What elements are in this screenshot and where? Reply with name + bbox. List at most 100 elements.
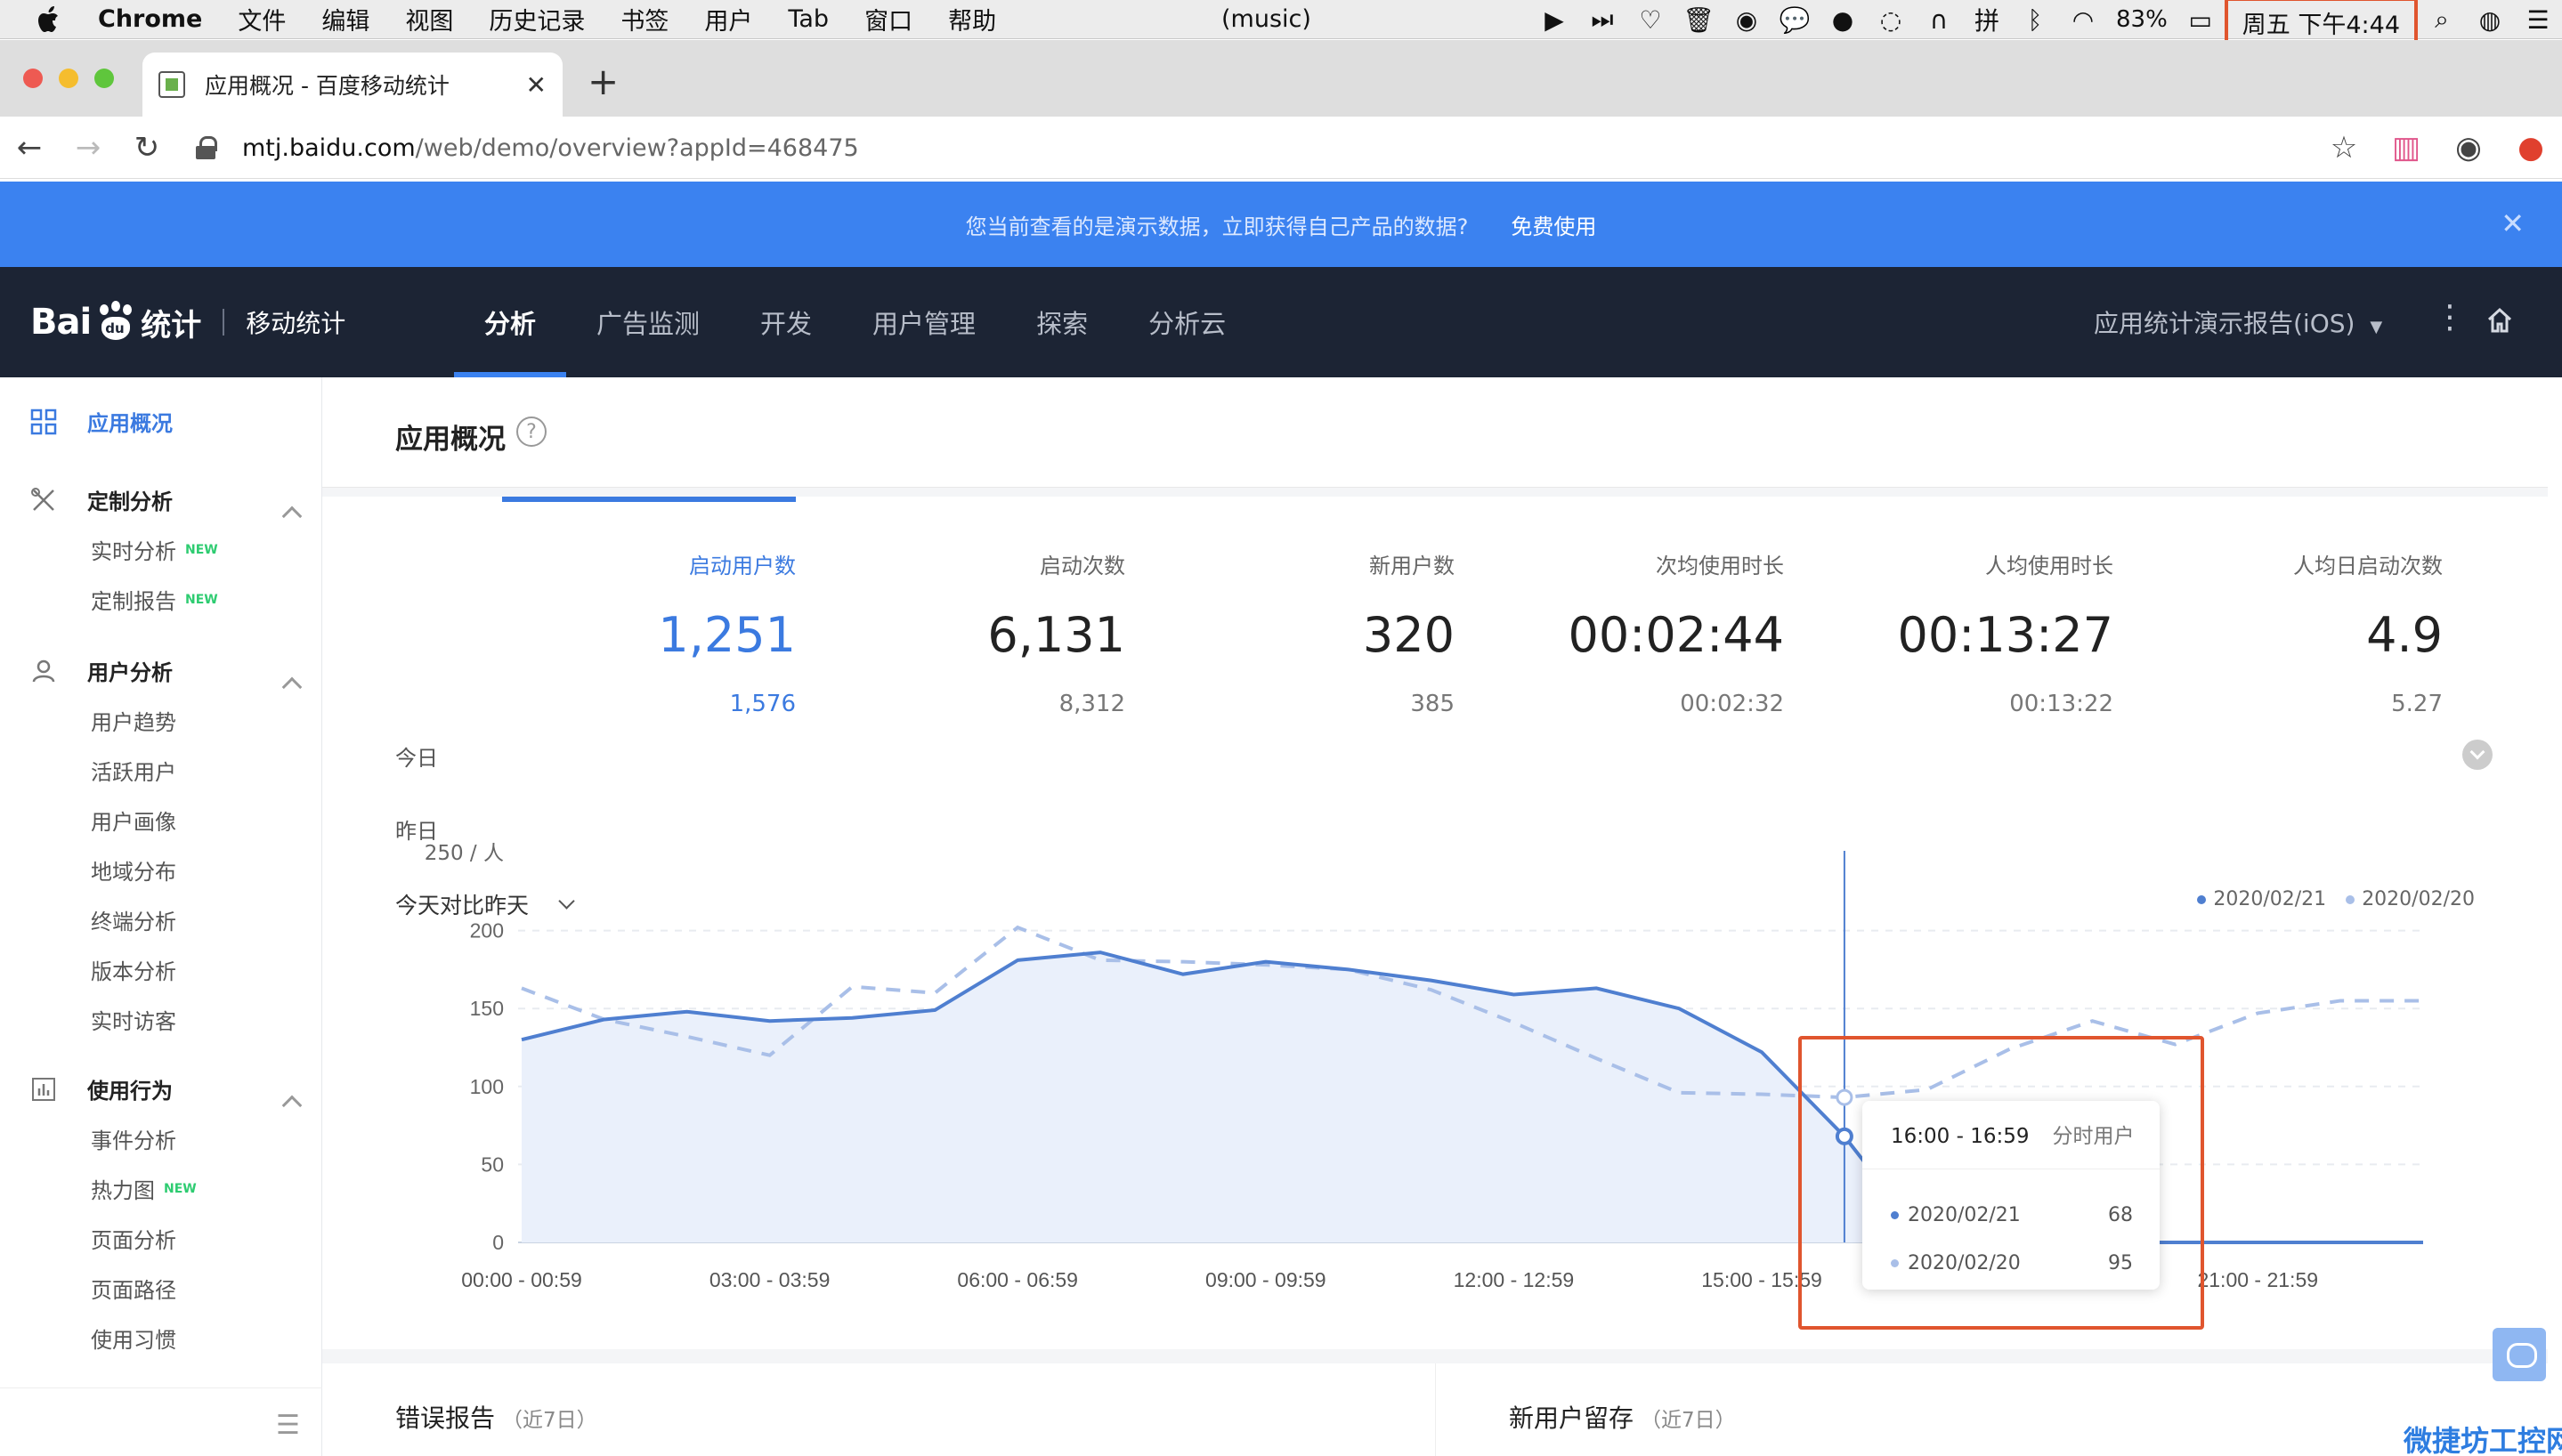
profile-icon[interactable]: ◉ bbox=[2437, 130, 2500, 166]
arch-icon[interactable]: ∩ bbox=[1915, 0, 1963, 39]
now-playing[interactable]: (music) bbox=[1221, 5, 1311, 33]
sidebar-item-user-profile[interactable]: 用户画像 bbox=[91, 805, 176, 836]
sidebar-item-active-users[interactable]: 活跃用户 bbox=[91, 755, 176, 786]
sidebar-item-realtime[interactable]: 实时分析 NEW bbox=[91, 534, 218, 565]
sidebar-group-custom[interactable]: 定制分析 bbox=[0, 484, 322, 527]
nav-analysis[interactable]: 分析 bbox=[454, 267, 567, 377]
notification-center-icon[interactable]: ☰ bbox=[2514, 0, 2562, 39]
sidebar-item-version[interactable]: 版本分析 bbox=[91, 954, 176, 985]
chat-bubble-icon[interactable]: ◌ bbox=[1867, 0, 1915, 39]
sidebar-item-page-path[interactable]: 页面路径 bbox=[91, 1273, 176, 1304]
menu-window[interactable]: 窗口 bbox=[847, 2, 930, 36]
metric-label[interactable]: 新用户数 bbox=[1369, 548, 1455, 579]
sidebar-item-heatmap[interactable]: 热力图 NEW bbox=[91, 1173, 197, 1204]
window-minimize-button[interactable] bbox=[59, 69, 78, 88]
metric-label[interactable]: 次均使用时长 bbox=[1656, 548, 1784, 579]
sidebar-item-label: 实时访客 bbox=[91, 1009, 176, 1034]
nav-analysis-cloud[interactable]: 分析云 bbox=[1118, 267, 1256, 377]
play-icon[interactable]: ▶ bbox=[1530, 0, 1578, 39]
extension-icon[interactable]: ▥ bbox=[2375, 130, 2437, 166]
forward-icon[interactable]: → bbox=[59, 130, 118, 166]
menu-tab[interactable]: Tab bbox=[770, 5, 847, 33]
report-selector[interactable]: 应用统计演示报告(iOS) ▼ bbox=[2094, 304, 2382, 340]
row-label-yesterday: 昨日 bbox=[395, 819, 438, 844]
input-method-icon[interactable]: 拼 bbox=[1963, 0, 2011, 39]
window-zoom-button[interactable] bbox=[94, 69, 114, 88]
sidebar-item-label: 页面分析 bbox=[91, 1228, 176, 1253]
url-field[interactable]: mtj.baidu.com/web/demo/overview?appId=46… bbox=[196, 117, 859, 179]
sidebar-item-realtime-visitors[interactable]: 实时访客 bbox=[91, 1004, 176, 1035]
feather-icon[interactable]: ● bbox=[1819, 0, 1867, 39]
free-use-link[interactable]: 免费使用 bbox=[1511, 209, 1596, 240]
section-divider bbox=[322, 1349, 2548, 1363]
wechat-icon[interactable]: 💬 bbox=[1771, 0, 1819, 39]
baidu-tongji-logo[interactable]: Bai du 统计 移动统计 bbox=[30, 294, 345, 351]
tab-close-icon[interactable]: ✕ bbox=[526, 70, 547, 100]
circle-app-icon[interactable]: ◉ bbox=[1723, 0, 1771, 39]
clock[interactable]: 周五 下午4:44 bbox=[2242, 5, 2400, 40]
wifi-icon[interactable]: ◠ bbox=[2059, 0, 2107, 39]
nav-user-management[interactable]: 用户管理 bbox=[842, 267, 1006, 377]
trash-icon[interactable]: 🗑 bbox=[1674, 0, 1723, 39]
back-icon[interactable]: ← bbox=[0, 130, 59, 166]
sidebar-item-usage-habits[interactable]: 使用习惯 bbox=[91, 1323, 176, 1354]
expand-metrics-icon[interactable] bbox=[2462, 740, 2493, 770]
compare-selector[interactable]: 今天对比昨天 bbox=[395, 888, 575, 920]
help-icon[interactable]: ? bbox=[516, 417, 547, 447]
menu-people[interactable]: 用户 bbox=[686, 2, 770, 36]
nav-ad-monitoring[interactable]: 广告监测 bbox=[566, 267, 730, 377]
sidebar-item-user-trend[interactable]: 用户趋势 bbox=[91, 705, 176, 736]
bluetooth-icon[interactable]: ᛒ bbox=[2011, 0, 2059, 39]
sidebar-item-region[interactable]: 地域分布 bbox=[91, 854, 176, 886]
sidebar-item-label: 用户画像 bbox=[91, 810, 176, 835]
menu-edit[interactable]: 编辑 bbox=[304, 2, 387, 36]
collapse-sidebar-icon[interactable]: ☰ bbox=[276, 1410, 300, 1441]
sidebar-item-device[interactable]: 终端分析 bbox=[91, 904, 176, 935]
nav-explore[interactable]: 探索 bbox=[1006, 267, 1118, 377]
legend-dot bbox=[2197, 894, 2207, 904]
legend-item-today[interactable]: 2020/02/21 bbox=[2197, 888, 2326, 910]
sidebar-item-pages[interactable]: 页面分析 bbox=[91, 1223, 176, 1254]
menu-help[interactable]: 帮助 bbox=[930, 2, 1014, 36]
heart-icon[interactable]: ♡ bbox=[1626, 0, 1674, 39]
legend-item-yesterday[interactable]: 2020/02/20 bbox=[2346, 888, 2475, 910]
sidebar-item-events[interactable]: 事件分析 bbox=[91, 1123, 176, 1154]
window-close-button[interactable] bbox=[23, 69, 43, 88]
spotlight-icon[interactable]: ⌕ bbox=[2418, 0, 2466, 39]
apple-icon[interactable] bbox=[0, 4, 98, 35]
compare-label: 今天对比昨天 bbox=[395, 893, 530, 918]
menu-view[interactable]: 视图 bbox=[387, 2, 471, 36]
metric-today-value: 00:02:44 bbox=[1568, 607, 1784, 663]
siri-icon[interactable]: ◍ bbox=[2466, 0, 2514, 39]
home-icon[interactable] bbox=[2485, 306, 2514, 335]
metric-yesterday-value: 8,312 bbox=[1058, 691, 1125, 717]
menu-app-name[interactable]: Chrome bbox=[98, 5, 220, 33]
menu-file[interactable]: 文件 bbox=[220, 2, 304, 36]
menu-history[interactable]: 历史记录 bbox=[471, 2, 603, 36]
sidebar-item-label: 定制报告 bbox=[91, 589, 176, 614]
more-vertical-icon[interactable]: ⋮ bbox=[2434, 299, 2466, 336]
feedback-chat-icon[interactable] bbox=[2493, 1328, 2546, 1381]
menu-bookmarks[interactable]: 书签 bbox=[603, 2, 686, 36]
sidebar-group-behavior[interactable]: 使用行为 bbox=[0, 1073, 322, 1116]
new-badge: NEW bbox=[164, 1181, 197, 1196]
metric-label[interactable]: 人均日启动次数 bbox=[2293, 548, 2443, 579]
battery-icon[interactable]: ▭ bbox=[2177, 0, 2225, 39]
metric-yesterday-value: 1,576 bbox=[729, 691, 796, 717]
update-icon[interactable]: ● bbox=[2500, 130, 2562, 166]
metric-label[interactable]: 启动用户数 bbox=[689, 548, 796, 579]
metric-label[interactable]: 启动次数 bbox=[1040, 548, 1125, 579]
browser-tab[interactable]: 应用概况 - 百度移动统计 ✕ bbox=[142, 53, 563, 117]
sidebar-item-custom-report[interactable]: 定制报告 NEW bbox=[91, 584, 218, 615]
sidebar-item-label: 页面路径 bbox=[91, 1278, 176, 1303]
sidebar-group-users[interactable]: 用户分析 bbox=[0, 655, 322, 698]
lock-icon[interactable] bbox=[196, 136, 217, 159]
bookmark-star-icon[interactable]: ☆ bbox=[2313, 130, 2375, 166]
sidebar-item-overview[interactable]: 应用概况 bbox=[0, 406, 322, 437]
reload-icon[interactable]: ↻ bbox=[118, 130, 176, 166]
new-tab-icon[interactable]: + bbox=[588, 60, 619, 103]
nav-develop[interactable]: 开发 bbox=[730, 267, 842, 377]
next-track-icon[interactable]: ⏭ bbox=[1578, 0, 1626, 39]
metric-label[interactable]: 人均使用时长 bbox=[1985, 548, 2113, 579]
banner-close-icon[interactable]: ✕ bbox=[2501, 206, 2525, 240]
